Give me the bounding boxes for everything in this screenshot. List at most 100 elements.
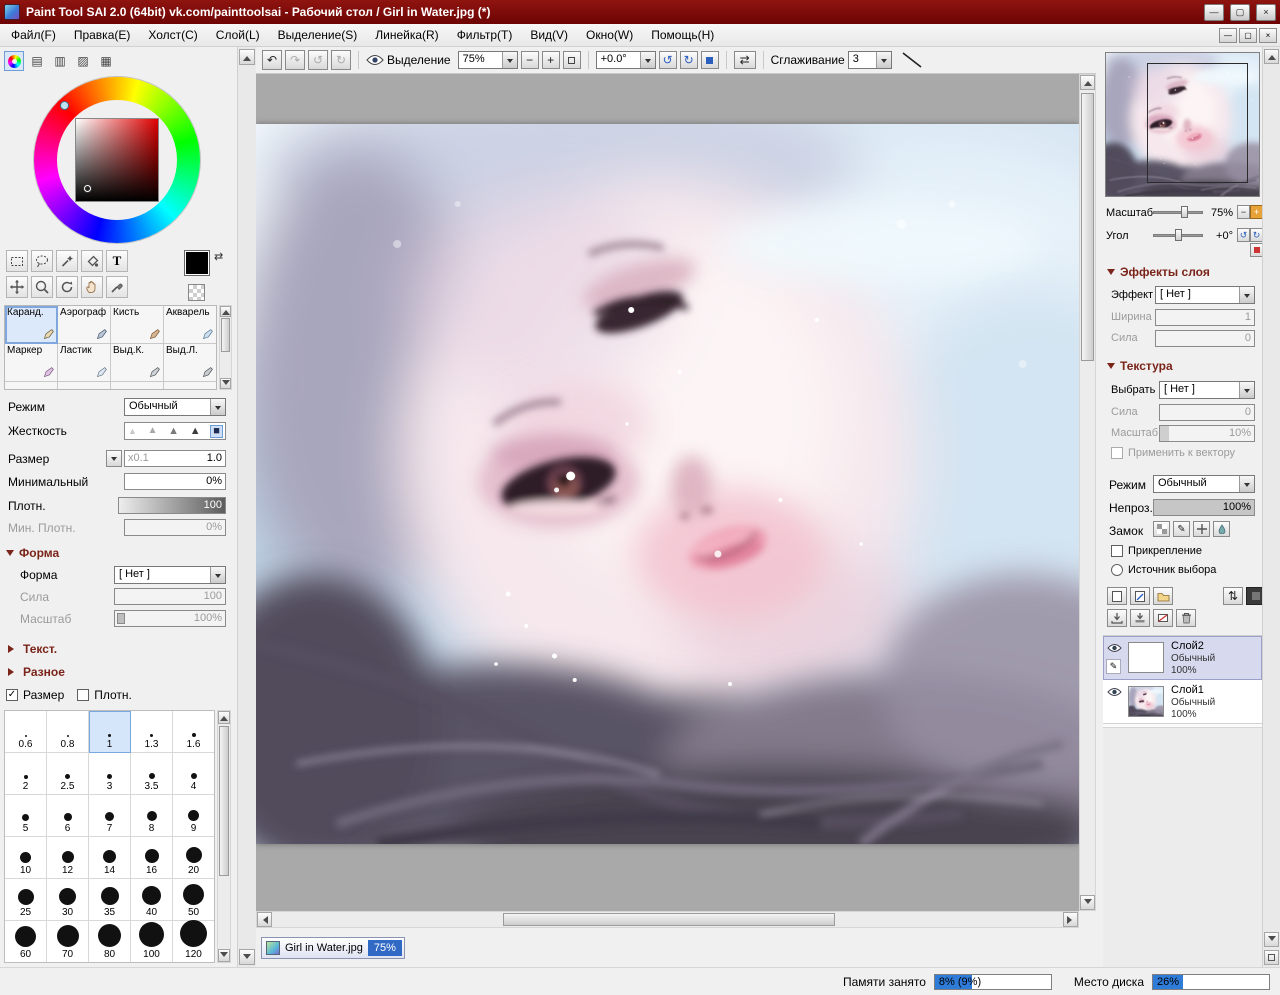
hardness-selector[interactable]: ▲ ▲ ▲ ▲ ■ xyxy=(124,422,226,440)
menu-edit[interactable]: Правка(E) xyxy=(65,25,140,45)
doc-restore-button[interactable]: ▢ xyxy=(1239,28,1257,43)
canvas-viewport[interactable] xyxy=(256,74,1079,911)
texture-section-header[interactable]: Текст. xyxy=(6,642,57,656)
selection-visibility-icon[interactable] xyxy=(366,54,384,66)
merge-down-button[interactable] xyxy=(1130,609,1150,627)
brush-size-cell[interactable]: 16 xyxy=(131,837,173,879)
effect-width-slider[interactable]: 1 xyxy=(1155,309,1255,326)
document-tab[interactable]: Girl in Water.jpg 75% xyxy=(261,937,405,959)
history-back-button[interactable]: ↺ xyxy=(308,50,328,70)
brush-size-cell[interactable]: 70 xyxy=(47,921,89,963)
brush-size-cell[interactable]: 2.5 xyxy=(47,753,89,795)
hardness-hard-icon[interactable]: ■ xyxy=(211,426,222,437)
layer-sort-button[interactable]: ⇅ xyxy=(1223,587,1243,605)
close-button[interactable]: × xyxy=(1256,4,1276,21)
rect-select-tool[interactable] xyxy=(6,250,28,272)
scroll-down-button[interactable] xyxy=(1080,895,1095,910)
texture-select-dropdown[interactable]: [ Нет ] xyxy=(1159,381,1255,399)
brush-cell-marker[interactable]: Маркер xyxy=(5,344,58,382)
maximize-button[interactable]: ▢ xyxy=(1230,4,1250,21)
slider-thumb[interactable] xyxy=(1175,229,1182,241)
layer-visibility-toggle[interactable] xyxy=(1106,684,1123,699)
right-panel-scrollbar[interactable] xyxy=(1262,47,1280,967)
shape-section-header[interactable]: Форма xyxy=(6,546,59,560)
nav-rotate-cw-button[interactable]: ↻ xyxy=(1250,228,1262,242)
brush-size-cell[interactable]: 3 xyxy=(89,753,131,795)
secondary-color-swatch[interactable] xyxy=(188,284,205,301)
min-density-slider[interactable]: 0% xyxy=(124,519,226,536)
rgb-sliders-tab[interactable]: ▤ xyxy=(27,51,47,71)
flip-horizontal-button[interactable]: ⇄ xyxy=(734,51,756,69)
brush-cell[interactable] xyxy=(111,382,164,390)
draw-lock-button[interactable]: ✎ xyxy=(1173,521,1190,537)
scroll-down-button[interactable] xyxy=(218,949,230,962)
swatches-tab[interactable]: ▨ xyxy=(73,51,93,71)
selection-source-radio[interactable] xyxy=(1111,564,1123,576)
zoom-out-button[interactable]: − xyxy=(521,51,539,69)
alpha-lock-button[interactable] xyxy=(1153,521,1170,537)
brush-cell-watercolor[interactable]: Акварель xyxy=(164,306,217,344)
menu-ruler[interactable]: Линейка(R) xyxy=(366,25,447,45)
move-tool[interactable] xyxy=(6,276,28,298)
rotate-view-tool[interactable] xyxy=(56,276,78,298)
scrollbar-thumb[interactable] xyxy=(221,318,230,352)
layer-visibility-toggle[interactable] xyxy=(1106,640,1123,655)
brush-size-cell[interactable]: 120 xyxy=(173,921,215,963)
brush-grid-scrollbar[interactable] xyxy=(219,305,232,390)
menu-file[interactable]: Файл(F) xyxy=(2,25,65,45)
color-wheel-tab[interactable] xyxy=(4,51,24,71)
brush-size-cell[interactable]: 14 xyxy=(89,837,131,879)
size-input[interactable]: x0.1 1.0 xyxy=(124,450,226,467)
scroll-up-button[interactable] xyxy=(1080,75,1095,90)
scroll-left-button[interactable] xyxy=(257,912,272,927)
eyedropper-tool[interactable] xyxy=(106,276,128,298)
hardness-soft-icon[interactable]: ▲ xyxy=(128,427,137,436)
canvas-artwork[interactable] xyxy=(256,124,1079,844)
nav-zoom-in-button[interactable]: + xyxy=(1250,205,1262,219)
brush-cell-sel-eraser[interactable]: Выд.Л. xyxy=(164,344,217,382)
size-unit-button[interactable] xyxy=(106,450,122,467)
saturation-value-square[interactable] xyxy=(75,118,159,202)
brush-size-cell[interactable]: 1.3 xyxy=(131,711,173,753)
layer-row-active[interactable]: ✎ Слой2 Обычный 100% xyxy=(1103,636,1262,680)
doc-close-button[interactable]: × xyxy=(1259,28,1277,43)
texture-header[interactable]: Текстура xyxy=(1107,359,1173,373)
scrollbar-thumb[interactable] xyxy=(503,913,835,926)
size-grid-scrollbar[interactable] xyxy=(217,710,231,963)
menu-window[interactable]: Окно(W) xyxy=(577,25,642,45)
hsv-sliders-tab[interactable]: ▥ xyxy=(50,51,70,71)
navigator[interactable] xyxy=(1105,52,1260,197)
brush-size-cell[interactable]: 25 xyxy=(5,879,47,921)
apply-to-vector-checkbox[interactable] xyxy=(1111,447,1123,459)
brush-size-cell[interactable]: 4 xyxy=(173,753,215,795)
magic-wand-tool[interactable] xyxy=(56,250,78,272)
brush-size-cell[interactable]: 40 xyxy=(131,879,173,921)
scroll-right-button[interactable] xyxy=(1063,912,1078,927)
brush-size-cell[interactable]: 2 xyxy=(5,753,47,795)
swap-colors-icon[interactable]: ⇄ xyxy=(214,250,223,263)
brush-size-cell[interactable]: 30 xyxy=(47,879,89,921)
brush-size-cell[interactable]: 20 xyxy=(173,837,215,879)
menu-filter[interactable]: Фильтр(T) xyxy=(448,25,522,45)
left-panel-scrollbar[interactable] xyxy=(237,47,256,967)
hardness-4-icon[interactable]: ▲ xyxy=(190,426,201,437)
rotate-ccw-button[interactable]: ↺ xyxy=(659,51,677,69)
brush-size-cell[interactable]: 6 xyxy=(47,795,89,837)
redo-button[interactable]: ↷ xyxy=(285,50,305,70)
scroll-up-button[interactable] xyxy=(1264,49,1279,64)
angle-dropdown[interactable]: +0.0° xyxy=(596,51,656,69)
layer-opacity-slider[interactable]: 100% xyxy=(1153,499,1255,516)
canvas-vscrollbar[interactable] xyxy=(1079,74,1096,911)
canvas-hscrollbar[interactable] xyxy=(256,911,1079,928)
rotate-cw-button[interactable]: ↻ xyxy=(680,51,698,69)
undo-button[interactable]: ↶ xyxy=(262,50,282,70)
scrollbar-thumb[interactable] xyxy=(219,726,229,876)
minimum-size-slider[interactable]: 0% xyxy=(124,473,226,490)
brush-size-cell[interactable]: 80 xyxy=(89,921,131,963)
scroll-up-button[interactable] xyxy=(239,49,255,65)
brush-cell[interactable] xyxy=(5,382,58,390)
nav-angle-slider[interactable] xyxy=(1153,228,1203,242)
brush-size-cell[interactable]: 8 xyxy=(131,795,173,837)
scrollbar-thumb[interactable] xyxy=(1081,93,1094,361)
clipping-checkbox[interactable] xyxy=(1111,545,1123,557)
